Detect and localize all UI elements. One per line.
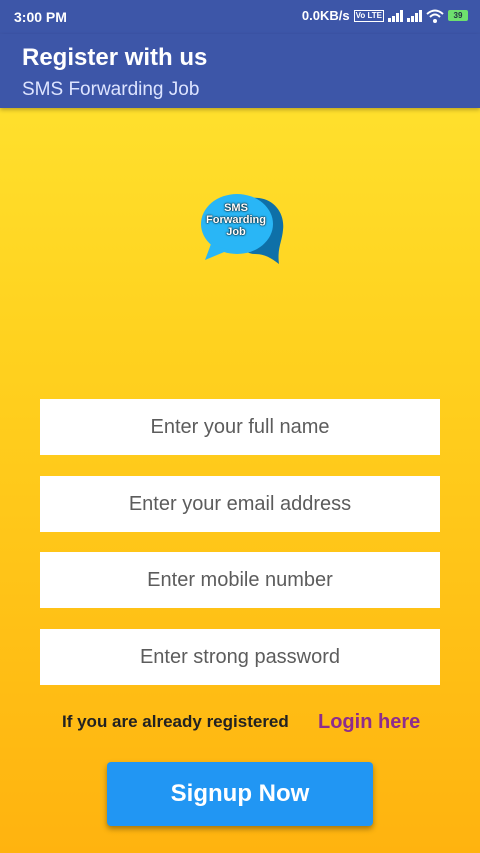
app-bar: Register with us SMS Forwarding Job — [0, 34, 480, 108]
status-bar: 3:00 PM 0.0KB/s Vo LTE 39 — [0, 0, 480, 34]
already-registered-text: If you are already registered — [62, 712, 289, 731]
page-subtitle: SMS Forwarding Job — [22, 79, 200, 100]
full-name-input[interactable] — [40, 399, 440, 455]
signup-button[interactable]: Signup Now — [107, 762, 373, 826]
battery-icon: 39 — [448, 10, 468, 21]
logo-line: SMS — [224, 202, 248, 214]
signal-icon — [388, 9, 403, 22]
volte-icon: Vo LTE — [353, 9, 384, 22]
logo-text: SMS Forwarding Job — [199, 202, 273, 238]
status-time: 3:00 PM — [14, 9, 67, 25]
mobile-input[interactable] — [40, 552, 440, 608]
wifi-icon — [426, 9, 444, 23]
email-input[interactable] — [40, 476, 440, 532]
page-title: Register with us — [22, 44, 208, 71]
status-icons: 0.0KB/s Vo LTE 39 — [302, 8, 468, 23]
signal-2-icon — [407, 9, 422, 22]
logo-line: Job — [226, 226, 246, 238]
login-link[interactable]: Login here — [318, 711, 420, 734]
network-speed: 0.0KB/s — [301, 8, 350, 23]
logo-line: Forwarding — [206, 214, 266, 226]
password-input[interactable] — [40, 629, 440, 685]
